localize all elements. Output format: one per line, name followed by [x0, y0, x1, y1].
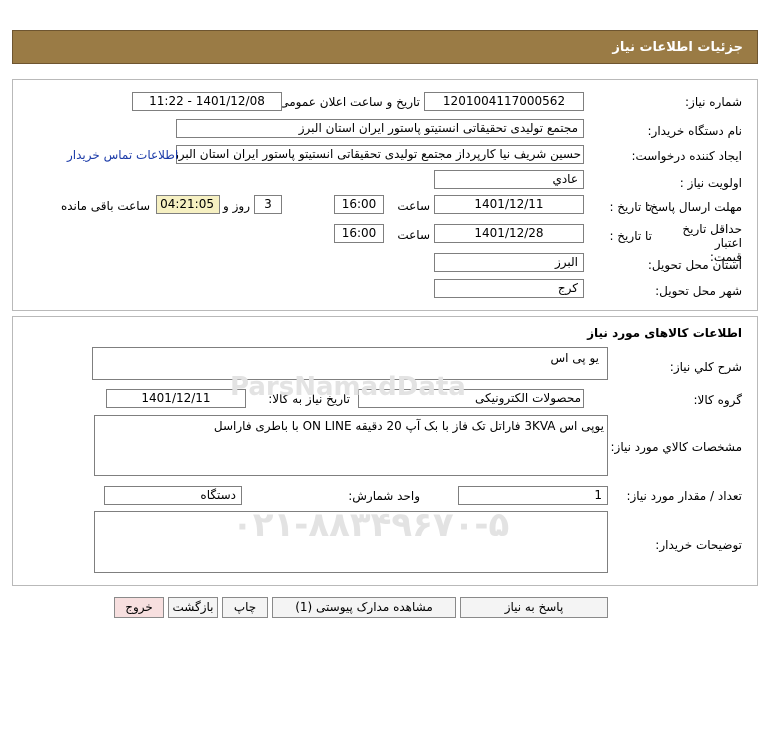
- unit-label: واحد شمارش:: [348, 489, 420, 503]
- exit-button[interactable]: خروج: [114, 597, 164, 618]
- spec-label: مشخصات کالاي مورد نیاز:: [610, 440, 742, 454]
- spec-field: یوپی اس 3KVA فاراتل تک فاز با بک آپ 20 د…: [94, 415, 608, 476]
- validity-to-label: تا تاریخ :: [609, 229, 652, 243]
- validity-time-field: 16:00: [334, 224, 384, 243]
- deadline-label: مهلت ارسال پاسخ:: [646, 200, 742, 214]
- group-label: گروه کالا:: [693, 393, 743, 407]
- qty-label: تعداد / مقدار مورد نیاز:: [626, 489, 742, 503]
- validity-date-field: 1401/12/28: [434, 224, 584, 243]
- print-button[interactable]: چاپ: [222, 597, 268, 618]
- need-number-field: 1201004117000562: [424, 92, 584, 111]
- days-label: روز و: [223, 199, 250, 213]
- province-label: استان محل تحویل:: [647, 258, 742, 272]
- goods-section-title: اطلاعات کالاهای مورد نیاز: [587, 326, 742, 340]
- validity-time-label: ساعت: [397, 228, 430, 242]
- province-field: البرز: [434, 253, 584, 272]
- remaining-time-field: 04:21:05: [156, 195, 220, 214]
- creator-field: حسین شریف نیا کارپرداز مجتمع تولیدی تحقی…: [176, 145, 584, 164]
- deadline-time-label: ساعت: [397, 199, 430, 213]
- priority-label: اولویت نیاز :: [679, 176, 742, 190]
- desc-label: شرح کلي نیاز:: [669, 360, 742, 374]
- reply-button[interactable]: پاسخ به نیاز: [460, 597, 608, 618]
- view-attachments-button[interactable]: مشاهده مدارک پیوستی (1): [272, 597, 456, 618]
- buyer-contact-link[interactable]: اطلاعات تماس خریدار: [67, 148, 178, 162]
- city-field: کرج: [434, 279, 584, 298]
- page-header: جزئیات اطلاعات نیاز: [12, 30, 758, 64]
- need-number-label: شماره نیاز:: [685, 95, 742, 109]
- info-panel: [12, 79, 758, 311]
- need-date-field: 1401/12/11: [106, 389, 246, 408]
- deadline-to-label: تا تاریخ :: [609, 200, 652, 214]
- need-date-label: تاریخ نیاز به کالا:: [268, 392, 350, 406]
- announce-label: تاریخ و ساعت اعلان عمومی:: [275, 95, 420, 109]
- desc-field: یو پی اس: [92, 347, 608, 380]
- deadline-date-field: 1401/12/11: [434, 195, 584, 214]
- creator-label: ایجاد کننده درخواست:: [631, 149, 742, 163]
- deadline-time-field: 16:00: [334, 195, 384, 214]
- announce-field: 1401/12/08 - 11:22: [132, 92, 282, 111]
- notes-label: توضیحات خریدار:: [655, 538, 742, 552]
- buyer-label: نام دستگاه خریدار:: [647, 124, 743, 138]
- priority-field: عادي: [434, 170, 584, 189]
- buyer-field: مجتمع تولیدی تحقیقاتی انستیتو پاستور ایر…: [176, 119, 584, 138]
- group-field: محصولات الکترونیکی: [358, 389, 584, 408]
- back-button[interactable]: بازگشت: [168, 597, 218, 618]
- page-title: جزئیات اطلاعات نیاز: [612, 39, 743, 55]
- days-field: 3: [254, 195, 282, 214]
- remaining-label: ساعت باقی مانده: [60, 199, 150, 213]
- unit-field: دستگاه: [104, 486, 242, 505]
- qty-field: 1: [458, 486, 608, 505]
- notes-field: [94, 511, 608, 573]
- city-label: شهر محل تحویل:: [655, 284, 742, 298]
